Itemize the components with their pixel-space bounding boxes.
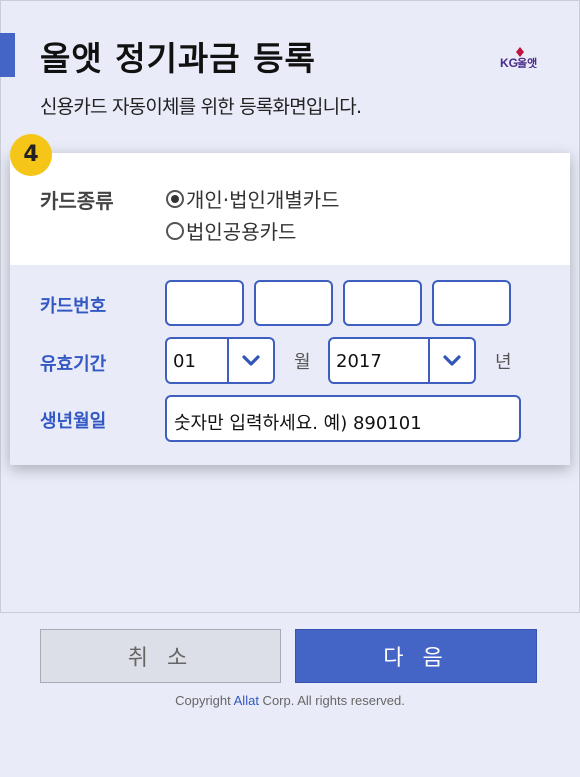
radio-unchecked-icon[interactable] <box>166 221 184 240</box>
birth-date-input[interactable]: 숫자만 입력하세요. 예) 890101 <box>165 395 521 442</box>
copyright-text: Copyright Allat Corp. All rights reserve… <box>0 693 580 708</box>
chevron-down-icon[interactable] <box>428 339 474 382</box>
copyright-suffix: Corp. All rights reserved. <box>258 693 405 708</box>
expiry-month-select[interactable]: 01 <box>165 337 275 384</box>
card-number-field-1[interactable] <box>165 280 244 326</box>
page-title: 올앳 정기과금 등록 <box>40 39 316 78</box>
card-form-panel: 카드종류 개인·법인개별카드 법인공용카드 카드번호 유효기간 01 월 201… <box>10 153 570 465</box>
radio-option-personal-label: 개인·법인개별카드 <box>186 188 340 212</box>
bottom-action-area: 취 소 다 음 Copyright Allat Corp. All rights… <box>0 612 580 777</box>
title-accent-bar <box>0 33 15 77</box>
month-unit-label: 월 <box>294 352 311 373</box>
logo-mark-icon: KG 올앳 <box>500 47 537 68</box>
birth-label: 생년월일 <box>40 411 107 432</box>
next-button[interactable]: 다 음 <box>295 629 537 683</box>
kg-allat-logo: KG 올앳 <box>500 46 540 68</box>
logo-name-text: 올앳 <box>517 56 537 68</box>
card-number-field-3[interactable] <box>343 280 422 326</box>
card-type-label: 카드종류 <box>40 189 114 213</box>
expiry-year-value: 2017 <box>336 351 382 372</box>
radio-option-corporate[interactable]: 법인공용카드 <box>166 216 296 245</box>
radio-option-personal[interactable]: 개인·법인개별카드 <box>166 184 340 213</box>
card-type-section: 카드종류 개인·법인개별카드 법인공용카드 <box>10 153 570 265</box>
page-subtitle: 신용카드 자동이체를 위한 등록화면입니다. <box>40 96 362 118</box>
copyright-prefix: Copyright <box>175 693 234 708</box>
card-number-field-2[interactable] <box>254 280 333 326</box>
step-badge: 4 <box>10 134 52 176</box>
radio-option-corporate-label: 법인공용카드 <box>186 220 297 244</box>
radio-checked-icon[interactable] <box>166 189 184 208</box>
year-unit-label: 년 <box>495 352 512 373</box>
copyright-brand: Allat <box>233 693 259 708</box>
expiry-month-value: 01 <box>173 351 196 372</box>
card-number-field-4[interactable] <box>432 280 511 326</box>
logo-kg-text: KG <box>500 56 518 68</box>
chevron-down-icon[interactable] <box>227 339 273 382</box>
card-number-label: 카드번호 <box>40 296 107 317</box>
expiry-year-select[interactable]: 2017 <box>328 337 476 384</box>
cancel-button[interactable]: 취 소 <box>40 629 281 683</box>
expiry-label: 유효기간 <box>40 354 107 375</box>
